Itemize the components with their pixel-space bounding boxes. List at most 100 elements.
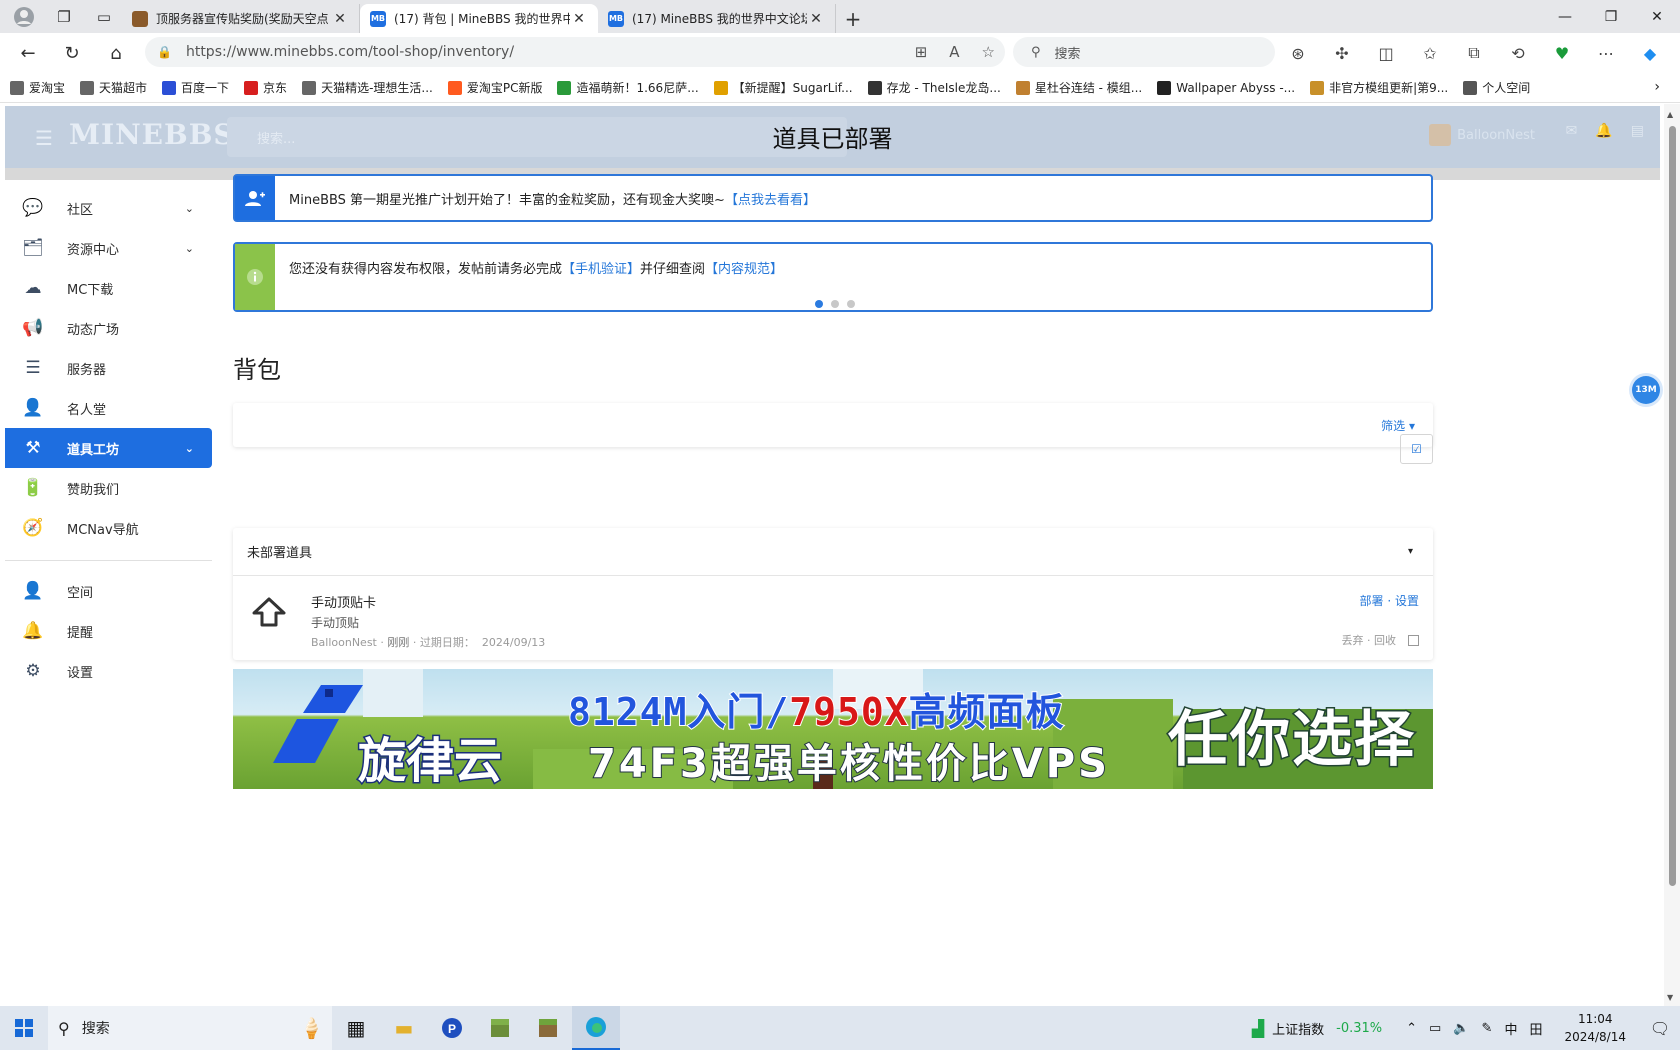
close-tab-icon[interactable]: ✕: [807, 11, 825, 27]
carousel-dot[interactable]: [815, 300, 823, 308]
sidebar-item[interactable]: ⚙ 设置: [5, 651, 212, 691]
clock[interactable]: 11:04 2024/8/14: [1564, 1010, 1626, 1046]
extensions-puzzle-icon[interactable]: ✣: [1320, 39, 1364, 67]
bookmark-item[interactable]: 非官方模组更新|第9...: [1310, 79, 1448, 96]
performance-icon[interactable]: ♥: [1540, 39, 1584, 67]
bookmark-item[interactable]: 爱淘宝: [10, 79, 65, 96]
favorites-icon[interactable]: ✩: [1408, 39, 1452, 67]
floating-badge[interactable]: 13M: [1632, 376, 1660, 404]
close-tab-icon[interactable]: ✕: [570, 11, 588, 27]
bookmark-item[interactable]: Wallpaper Abyss -...: [1157, 80, 1295, 95]
deploy-settings-links[interactable]: 部署 · 设置: [1360, 592, 1419, 609]
app-p-icon[interactable]: P: [428, 1006, 476, 1050]
carousel-dot[interactable]: [847, 300, 855, 308]
new-tab-button[interactable]: +: [836, 4, 870, 33]
discard-recycle-links[interactable]: 丢弃 · 回收: [1342, 632, 1419, 648]
start-button[interactable]: [0, 1006, 48, 1050]
phone-verify-link[interactable]: 【手机验证】: [562, 258, 640, 277]
scroll-down-icon[interactable]: ▼: [1667, 993, 1673, 1002]
bookmark-item[interactable]: 天猫超市: [80, 79, 147, 96]
minecraft-icon[interactable]: [476, 1006, 524, 1050]
read-aloud-icon[interactable]: A: [949, 43, 959, 61]
notice-link[interactable]: 【点我去看看】: [725, 189, 816, 208]
chevron-down-icon[interactable]: ⌄: [185, 242, 194, 255]
item-name[interactable]: 手动顶贴卡: [311, 592, 376, 611]
bookmark-item[interactable]: 爱淘宝PC新版: [447, 79, 542, 96]
close-window-button[interactable]: ✕: [1634, 0, 1680, 33]
workspaces-icon[interactable]: ❐: [46, 0, 82, 33]
address-bar-row: ← ↻ ⌂ 🔒 https://www.minebbs.com/tool-sho…: [0, 33, 1680, 73]
browser-tab-2[interactable]: MB (17) 背包 | MineBBS 我的世界中文 ✕: [360, 4, 598, 33]
battery-icon[interactable]: ▭: [1429, 1021, 1441, 1036]
browser-search-input[interactable]: ⚲ 搜索: [1013, 37, 1275, 67]
bookmark-item[interactable]: 个人空间: [1463, 79, 1530, 96]
more-menu-icon[interactable]: ⋯: [1584, 39, 1628, 67]
profile-icon[interactable]: [6, 0, 42, 33]
block-header[interactable]: 未部署道具 ▾: [233, 528, 1433, 576]
collections-icon[interactable]: ⧉: [1452, 39, 1496, 67]
scroll-up-icon[interactable]: ▲: [1667, 110, 1673, 119]
chevron-down-icon[interactable]: ⌄: [185, 202, 194, 215]
restore-button[interactable]: ❐: [1588, 0, 1634, 33]
copilot-icon[interactable]: ◆: [1628, 39, 1672, 67]
pen-icon[interactable]: ✎: [1482, 1021, 1493, 1036]
caret-down-icon[interactable]: ▾: [1408, 546, 1413, 557]
favorite-star-icon[interactable]: ☆: [982, 43, 995, 61]
bookmark-item[interactable]: 【新提醒】SugarLif...: [713, 79, 853, 96]
ime-mode-icon[interactable]: 田: [1529, 1019, 1542, 1038]
sidebar-item[interactable]: 👤 空间: [5, 571, 212, 611]
refresh-button[interactable]: ↻: [50, 35, 94, 71]
sidebar-item[interactable]: 📢 动态广场: [5, 308, 212, 348]
tab-actions-icon[interactable]: ▭: [86, 0, 122, 33]
select-all-button[interactable]: ☑: [1400, 434, 1433, 464]
scrollbar-thumb[interactable]: [1669, 126, 1676, 886]
sidebar-item[interactable]: 👤 名人堂: [5, 388, 212, 428]
sidebar-item[interactable]: 🧭 MCNav导航: [5, 508, 212, 548]
sidebar-item[interactable]: 💬 社区 ⌄: [5, 188, 212, 228]
back-button[interactable]: ←: [6, 35, 50, 71]
megaphone-icon: 📢: [22, 318, 44, 338]
history-icon[interactable]: ⟲: [1496, 39, 1540, 67]
content-rules-link[interactable]: 【内容规范】: [705, 258, 783, 277]
bookmarks-more-icon[interactable]: ›: [1654, 79, 1660, 95]
chevron-up-icon[interactable]: ⌃: [1406, 1021, 1417, 1036]
minimize-button[interactable]: —: [1542, 0, 1588, 33]
resources-icon: 🗂: [22, 238, 44, 258]
sidebar-item[interactable]: 🗂 资源中心 ⌄: [5, 228, 212, 268]
edge-icon[interactable]: [572, 1006, 620, 1050]
stock-widget[interactable]: ▟ 上证指数 -0.31%: [1252, 1019, 1382, 1038]
volume-icon[interactable]: 🔈: [1453, 1021, 1469, 1036]
url-field[interactable]: 🔒 https://www.minebbs.com/tool-shop/inve…: [145, 37, 1005, 67]
bookmark-item[interactable]: 京东: [244, 79, 287, 96]
sidebar-item[interactable]: ⚒ 道具工坊 ⌄: [5, 428, 212, 468]
app-available-icon[interactable]: ⊞: [915, 43, 928, 61]
file-explorer-icon[interactable]: ▬: [380, 1006, 428, 1050]
taskbar-search[interactable]: ⚲ 搜索 🍦: [48, 1006, 332, 1050]
ad-banner[interactable]: 旋律云 8124M入门/7950X高频面板 74F3超强单核性价比VPS 任你选…: [233, 669, 1433, 789]
browser-tab-1[interactable]: 顶服务器宣传贴奖励(奖励天空点 ✕: [122, 4, 360, 33]
sidebar-item[interactable]: ☰ 服务器: [5, 348, 212, 388]
bookmark-item[interactable]: 百度一下: [162, 79, 229, 96]
chevron-down-icon[interactable]: ⌄: [185, 442, 194, 455]
lock-icon[interactable]: 🔒: [157, 45, 172, 59]
bookmark-item[interactable]: 天猫精选-理想生活...: [302, 79, 433, 96]
page-scrollbar[interactable]: ▲ ▼: [1664, 104, 1680, 1006]
browser-tab-3[interactable]: MB (17) MineBBS 我的世界中文论坛 ✕: [598, 4, 836, 33]
notification-icon[interactable]: 🗨: [1640, 1019, 1680, 1038]
task-view-icon[interactable]: ▦: [332, 1006, 380, 1050]
split-screen-icon[interactable]: ◫: [1364, 39, 1408, 67]
item-checkbox[interactable]: [1408, 634, 1419, 646]
sidebar-item[interactable]: ☁ MC下载: [5, 268, 212, 308]
sidebar-item[interactable]: 🔋 赞助我们: [5, 468, 212, 508]
home-button[interactable]: ⌂: [94, 35, 138, 71]
carousel-dot[interactable]: [831, 300, 839, 308]
ime-indicator[interactable]: 中: [1504, 1019, 1517, 1038]
filter-button[interactable]: 筛选 ▾: [1381, 417, 1415, 434]
bookmark-item[interactable]: 存龙 - TheIsle龙岛...: [867, 79, 1001, 96]
bookmark-item[interactable]: 造福萌新！1.66尼萨...: [557, 79, 699, 96]
close-tab-icon[interactable]: ✕: [331, 11, 349, 27]
bookmark-item[interactable]: 星杜谷连结 - 模组...: [1015, 79, 1142, 96]
sidebar-item[interactable]: 🔔 提醒: [5, 611, 212, 651]
extension-icon[interactable]: ⊛: [1276, 39, 1320, 67]
minecraft-launcher-icon[interactable]: [524, 1006, 572, 1050]
